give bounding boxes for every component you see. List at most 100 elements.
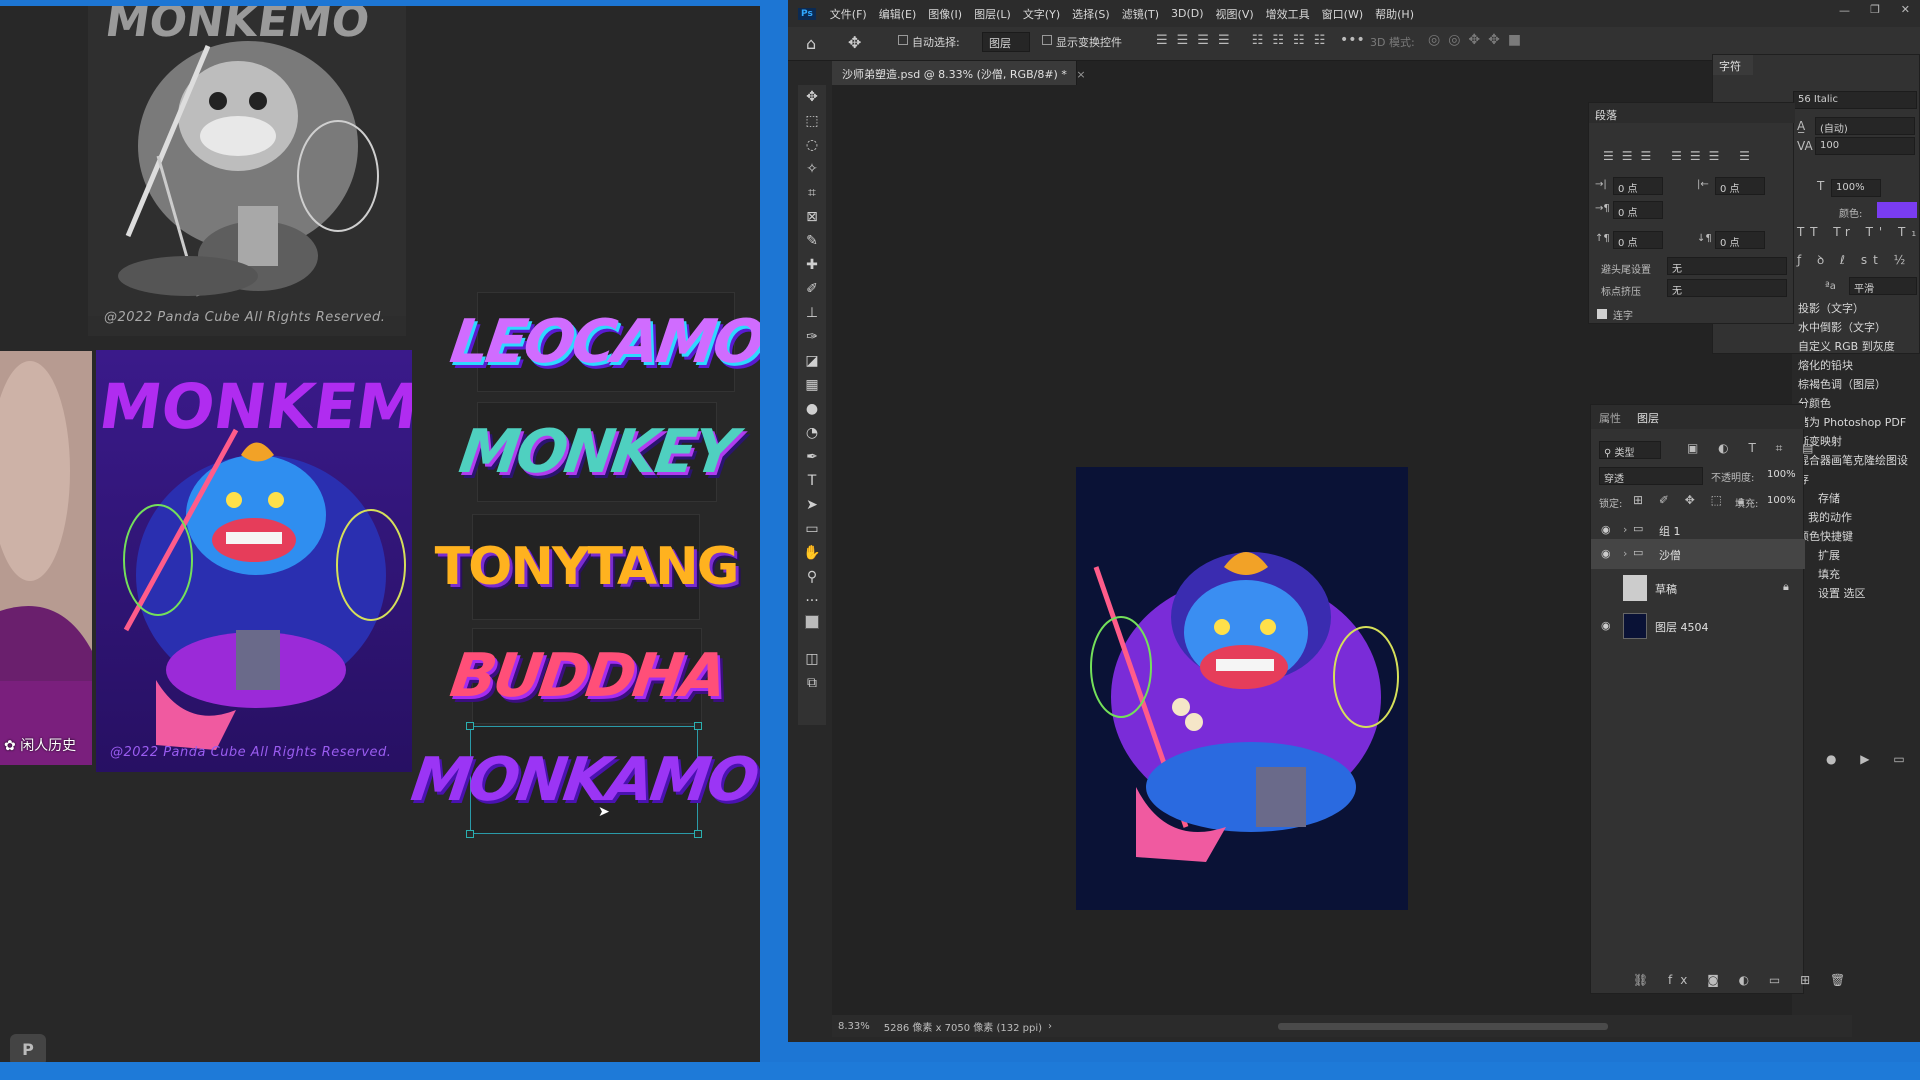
eraser-tool-icon[interactable]: ◪	[798, 349, 826, 373]
auto-select-checkbox[interactable]	[898, 35, 908, 45]
space-after-field[interactable]: 0 点	[1715, 231, 1765, 249]
auto-select-dropdown[interactable]: 图层	[982, 32, 1030, 52]
menu-plugins[interactable]: 增效工具	[1266, 6, 1310, 22]
history-brush-icon[interactable]: ✑	[798, 325, 826, 349]
screen-mode-icon[interactable]: ⧉	[798, 671, 826, 695]
tracking-field[interactable]: 100	[1815, 137, 1915, 155]
lasso-tool-icon[interactable]: ◌	[798, 133, 826, 157]
logo-tonytang[interactable]: TONYTANG	[435, 514, 739, 620]
action-item[interactable]: 扩展	[1818, 547, 1840, 563]
rectangle-tool-icon[interactable]: ▭	[798, 517, 826, 541]
menu-layer[interactable]: 图层(L)	[974, 6, 1011, 22]
layer-row-4504[interactable]: ◉ 图层 4504	[1591, 607, 1805, 645]
lock-icons[interactable]: ⊞ ✐ ✥ ⬚ 🔒︎	[1633, 493, 1750, 508]
hyphenate-checkbox[interactable]	[1597, 309, 1607, 319]
layer-name[interactable]: 组 1	[1659, 523, 1681, 539]
healing-brush-icon[interactable]: ✚	[798, 253, 826, 277]
eye-icon[interactable]: ◉	[1601, 547, 1611, 560]
indent-left-field[interactable]: 0 点	[1613, 177, 1663, 195]
action-item[interactable]: 设置 选区	[1818, 585, 1866, 601]
logo-monkamo-selected[interactable]: MONKAMO	[407, 726, 760, 834]
move-tool-icon[interactable]: ✥	[798, 85, 826, 109]
blend-mode-dropdown[interactable]: 穿透	[1599, 467, 1703, 485]
transform-handle-tl[interactable]	[466, 722, 474, 730]
layer-row-draft[interactable]: 草稿 🔒︎	[1591, 569, 1805, 607]
menu-3d[interactable]: 3D(D)	[1171, 7, 1204, 20]
action-item[interactable]: 自定义 RGB 到灰度	[1798, 338, 1895, 354]
hand-tool-icon[interactable]: ✋	[798, 541, 826, 565]
menu-window[interactable]: 窗口(W)	[1322, 6, 1363, 22]
stamp-tool-icon[interactable]: ⊥	[798, 301, 826, 325]
menu-filter[interactable]: 滤镜(T)	[1122, 6, 1159, 22]
eyedropper-icon[interactable]: ✎	[798, 229, 826, 253]
3d-mode-icons[interactable]: ◎◎✥✥■	[1428, 32, 1529, 48]
maximize-icon[interactable]: ❐	[1870, 3, 1880, 16]
chevron-right-icon[interactable]: ›	[1623, 523, 1627, 536]
grayscale-artwork[interactable]: MONKEMO @2022 Panda Cube All Rights Rese…	[88, 6, 406, 336]
blur-tool-icon[interactable]: ●	[798, 397, 826, 421]
photoshop-app-icon[interactable]: Ps	[798, 7, 816, 20]
brush-tool-icon[interactable]: ✐	[798, 277, 826, 301]
align-buttons-icon[interactable]: ☰☰☰☰ ☷☷☷☷	[1156, 33, 1334, 48]
actions-footer-icons[interactable]: ● ▶ ▭ ⊞	[1826, 752, 1920, 766]
leading-field[interactable]: (自动)	[1815, 117, 1915, 135]
close-icon[interactable]: ✕	[1901, 3, 1910, 16]
paragraph-align-buttons-icon[interactable]: ☰☰☰ ☰☰☰ ☰	[1603, 149, 1758, 163]
mojikumi-dropdown[interactable]: 无	[1667, 279, 1787, 297]
crop-tool-icon[interactable]: ⌗	[798, 181, 826, 205]
pen-tool-icon[interactable]: ✒	[798, 445, 826, 469]
transform-handle-br[interactable]	[694, 830, 702, 838]
document-tab[interactable]: 沙师弟塑造.psd @ 8.33% (沙僧, RGB/8#) * ×	[832, 61, 1086, 85]
character-panel-tab[interactable]: 字符	[1719, 60, 1741, 73]
text-style-buttons-icon[interactable]: TT Tr T' T₁ T̶	[1797, 225, 1920, 239]
status-arrow-icon[interactable]: ›	[1048, 1021, 1052, 1032]
layer-footer-icons[interactable]: ⛓ fx ◙ ◐ ▭ ⊞ 🗑︎	[1633, 973, 1853, 987]
scale-field[interactable]: 100%	[1831, 179, 1881, 197]
more-tools-icon[interactable]: ···	[798, 589, 826, 613]
eye-icon[interactable]: ◉	[1601, 619, 1611, 632]
action-item[interactable]: 颜色快捷键	[1798, 528, 1853, 544]
action-item[interactable]: 投影（文字）	[1798, 300, 1864, 316]
tab-close-icon[interactable]: ×	[1076, 68, 1085, 81]
space-before-field[interactable]: 0 点	[1613, 231, 1663, 249]
chevron-right-icon[interactable]: ›	[1623, 547, 1627, 560]
path-select-icon[interactable]: ➤	[798, 493, 826, 517]
layer-filter-icons[interactable]: ▣ ◐ T ⌗ ▤	[1687, 441, 1822, 456]
eye-icon[interactable]: ◉	[1601, 523, 1611, 536]
action-item[interactable]: 熔化的铅块	[1798, 357, 1853, 373]
font-style-dropdown[interactable]: 56 Italic	[1793, 91, 1917, 109]
action-item[interactable]: 储为 Photoshop PDF	[1798, 414, 1906, 430]
layer-name[interactable]: 沙僧	[1659, 547, 1681, 563]
type-tool-icon[interactable]: T	[798, 469, 826, 493]
color-poster-artwork[interactable]: MONKEMO @2022 Panda Cube All Rights Rese…	[96, 350, 412, 772]
logo-buddha[interactable]: BUDDHA	[446, 628, 728, 724]
menu-file[interactable]: 文件(F)	[830, 6, 867, 22]
action-item[interactable]: 水中倒影（文字）	[1798, 319, 1886, 335]
properties-tab[interactable]: 属性	[1599, 410, 1621, 426]
minimize-icon[interactable]: —	[1839, 4, 1850, 17]
action-item[interactable]: 棕褐色调（图层）	[1798, 376, 1886, 392]
gradient-tool-icon[interactable]: ▦	[798, 373, 826, 397]
opentype-buttons-icon[interactable]: ƒ ꝺ ℓ st ½	[1797, 251, 1911, 268]
layer-name[interactable]: 图层 4504	[1655, 619, 1709, 635]
dodge-tool-icon[interactable]: ◔	[798, 421, 826, 445]
text-color-swatch[interactable]	[1877, 202, 1917, 218]
transform-handle-tr[interactable]	[694, 722, 702, 730]
zoom-tool-icon[interactable]: ⚲	[798, 565, 826, 589]
fill-value[interactable]: 100%	[1767, 495, 1796, 506]
layer-name[interactable]: 草稿	[1655, 581, 1677, 597]
move-tool-icon[interactable]: ✥	[848, 33, 861, 52]
transform-handle-bl[interactable]	[466, 830, 474, 838]
layer-row-shaseng-selected[interactable]: ◉ › ▭ 沙僧	[1591, 539, 1805, 569]
antialias-dropdown[interactable]: 平滑	[1849, 277, 1917, 295]
action-item[interactable]: 我的动作	[1808, 509, 1852, 525]
menu-select[interactable]: 选择(S)	[1072, 6, 1110, 22]
kinsoku-dropdown[interactable]: 无	[1667, 257, 1787, 275]
indent-right-field[interactable]: 0 点	[1715, 177, 1765, 195]
logo-monkey[interactable]: MONKEY	[455, 402, 739, 502]
action-item[interactable]: 存储	[1818, 490, 1840, 506]
frame-tool-icon[interactable]: ⊠	[798, 205, 826, 229]
logo-leocamo[interactable]: LEOCAMO	[446, 292, 760, 392]
home-icon[interactable]: ⌂	[806, 34, 816, 53]
first-line-indent-field[interactable]: 0 点	[1613, 201, 1663, 219]
